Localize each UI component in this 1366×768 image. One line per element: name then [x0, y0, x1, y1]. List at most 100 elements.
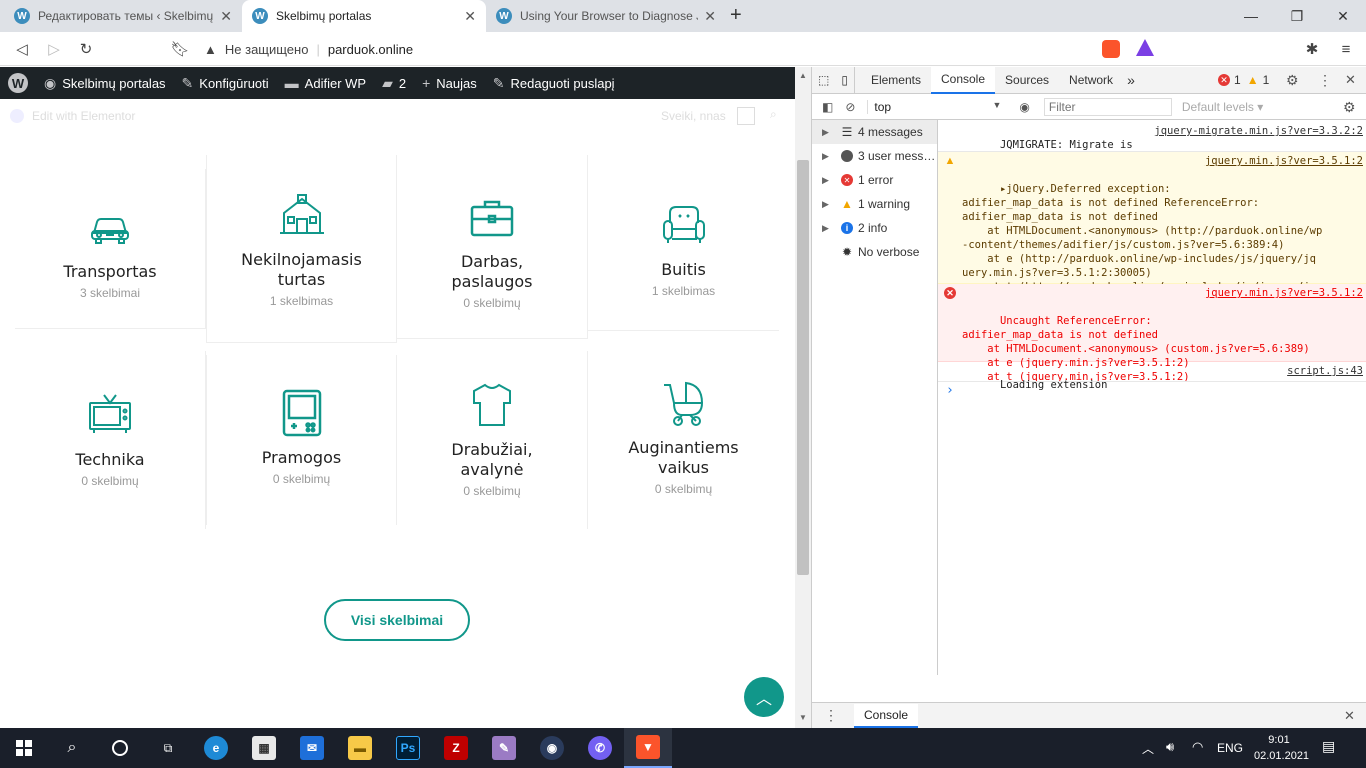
brave-shield-icon[interactable]: [1102, 40, 1120, 58]
category-drabuziai-avalyne[interactable]: Drabužiai, avalynė 0 skelbimų: [397, 351, 588, 529]
tab-elements[interactable]: Elements: [855, 67, 931, 94]
close-window-icon[interactable]: ✕: [1320, 0, 1366, 32]
new-tab-button[interactable]: +: [730, 4, 742, 27]
network-icon[interactable]: ◠: [1192, 739, 1203, 755]
edge-icon[interactable]: e: [192, 728, 240, 768]
sidebar-item-errors[interactable]: ▶ ✕ 1 error: [812, 168, 937, 192]
category-title: Drabužiai, avalynė: [451, 440, 533, 479]
brave-rewards-icon[interactable]: [1136, 39, 1154, 56]
tray-chevron-icon[interactable]: ︿: [1142, 740, 1154, 757]
context-select[interactable]: top ▼: [867, 99, 1007, 114]
category-transportas[interactable]: Transportas 3 skelbimai: [15, 169, 206, 329]
photoshop-icon[interactable]: Ps: [384, 728, 432, 768]
close-icon[interactable]: ✕: [464, 8, 476, 25]
filezilla-icon[interactable]: Z: [432, 728, 480, 768]
category-technika[interactable]: Technika 0 skelbimų: [15, 351, 206, 529]
explorer-icon[interactable]: ▬: [336, 728, 384, 768]
comments-link[interactable]: ▰ 2: [374, 67, 414, 99]
extensions-icon[interactable]: ✱: [1300, 38, 1324, 60]
all-ads-button[interactable]: Visi skelbimai: [324, 599, 470, 641]
sidebar-toggle-icon[interactable]: ◧: [822, 100, 833, 114]
language-indicator[interactable]: ENG: [1217, 741, 1243, 755]
minimize-icon[interactable]: —: [1228, 0, 1274, 32]
store-icon[interactable]: ▦: [240, 728, 288, 768]
message-source-link[interactable]: jquery.min.js?ver=3.5.1:2: [1204, 286, 1363, 300]
issue-counts[interactable]: ✕ 1 ▲ 1: [1218, 73, 1269, 87]
message-source-link[interactable]: jquery.min.js?ver=3.5.1:2: [1204, 154, 1363, 168]
category-nekilnojamasis-turtas[interactable]: Nekilnojamasis turtas 1 skelbimas: [206, 155, 397, 343]
category-darbas-paslaugos[interactable]: Darbas, paslaugos 0 skelbimų: [397, 155, 588, 339]
sidebar-item-info[interactable]: ▶ i 2 info: [812, 216, 937, 240]
inspect-icon[interactable]: ⬚: [812, 67, 835, 94]
scroll-down-icon[interactable]: ▼: [799, 713, 807, 722]
message-source-link[interactable]: jquery-migrate.min.js?ver=3.3.2:2: [1154, 124, 1363, 138]
search-icon[interactable]: ⌕: [770, 107, 777, 122]
tab-network[interactable]: Network: [1059, 67, 1123, 94]
scroll-up-icon[interactable]: ▲: [799, 71, 807, 80]
clear-console-icon[interactable]: ⊘: [845, 100, 855, 114]
back-icon[interactable]: ◁: [10, 38, 34, 60]
category-title: Darbas, paslaugos: [451, 252, 533, 291]
browser-tab-1[interactable]: W Редактировать темы ‹ Skelbimų porta ✕: [4, 0, 242, 32]
avatar[interactable]: [737, 107, 755, 125]
devtools-panel: ⬚ ▯ Elements Console Sources Network » ✕…: [811, 66, 1366, 728]
close-icon[interactable]: ✕: [220, 8, 232, 25]
scroll-to-top-button[interactable]: ︿: [744, 677, 784, 717]
volume-icon[interactable]: 🔊︎: [1166, 739, 1174, 755]
search-icon[interactable]: ⌕: [48, 728, 96, 768]
viber-icon[interactable]: ✆: [576, 728, 624, 768]
bookmark-icon[interactable]: 🔖︎: [168, 38, 192, 60]
more-tabs-button[interactable]: »: [1123, 67, 1139, 94]
maximize-icon[interactable]: ❐: [1274, 0, 1320, 32]
sidebar-item-warnings[interactable]: ▶ ▲ 1 warning: [812, 192, 937, 216]
console-settings-icon[interactable]: ⚙: [1343, 99, 1356, 116]
levels-dropdown[interactable]: Default levels ▾: [1182, 100, 1263, 114]
windows-start-icon[interactable]: [0, 728, 48, 768]
category-pramogos[interactable]: Pramogos 0 skelbimų: [206, 355, 397, 525]
message-source-link[interactable]: script.js:43: [1287, 364, 1363, 378]
clock[interactable]: 9:01 02.01.2021: [1254, 732, 1309, 764]
menu-icon[interactable]: ≡: [1334, 38, 1358, 60]
wp-logo-button[interactable]: W: [0, 67, 36, 99]
notifications-icon[interactable]: ▤: [1322, 738, 1335, 755]
sidebar-item-user-messages[interactable]: ▶ 3 user mess…: [812, 144, 937, 168]
brave-icon[interactable]: ▼: [624, 728, 672, 768]
adifier-link[interactable]: ▬ Adifier WP: [277, 67, 374, 99]
browser-tab-2[interactable]: W Skelbimų portalas ✕: [242, 0, 486, 32]
console-prompt[interactable]: ›: [946, 384, 954, 398]
reload-icon[interactable]: ↻: [74, 38, 98, 60]
edit-page-link[interactable]: ✎ Redaguoti puslapį: [485, 67, 623, 99]
forward-icon[interactable]: ▷: [42, 38, 66, 60]
tab-title: Skelbimų portalas: [276, 9, 372, 23]
app-icon[interactable]: ◉: [528, 728, 576, 768]
url-field[interactable]: ▲ Не защищено | parduok.online: [204, 37, 1294, 61]
close-drawer-icon[interactable]: ✕: [1344, 708, 1355, 724]
customize-link[interactable]: ✎ Konfigūruoti: [174, 67, 277, 99]
notepad-icon[interactable]: ✎: [480, 728, 528, 768]
mail-icon[interactable]: ✉: [288, 728, 336, 768]
cortana-icon[interactable]: [96, 728, 144, 768]
category-buitis[interactable]: Buitis 1 skelbimas: [588, 155, 779, 331]
filter-input[interactable]: [1043, 97, 1172, 116]
new-link[interactable]: + Naujas: [414, 67, 485, 99]
scrollbar-thumb[interactable]: [797, 160, 809, 575]
category-auginantiems-vaikus[interactable]: Auginantiems vaikus 0 skelbimų: [588, 351, 779, 531]
close-icon[interactable]: ✕: [704, 8, 716, 25]
close-devtools-icon[interactable]: ✕: [1345, 72, 1356, 88]
sidebar-item-messages[interactable]: ▶ ☰ 4 messages: [812, 120, 937, 144]
error-icon: ✕: [944, 287, 956, 299]
tab-console[interactable]: Console: [930, 66, 996, 94]
settings-gear-icon[interactable]: ⚙: [1286, 72, 1299, 89]
eye-icon[interactable]: ◉: [1019, 100, 1029, 114]
sidebar-item-verbose[interactable]: ✹ No verbose: [812, 240, 937, 264]
edit-elementor-link[interactable]: Edit with Elementor: [32, 109, 135, 123]
drawer-menu-icon[interactable]: ⋮: [824, 707, 838, 724]
kebab-menu-icon[interactable]: ⋮: [1318, 72, 1332, 89]
site-name-link[interactable]: ◉ Skelbimų portalas: [36, 67, 174, 99]
page-scrollbar[interactable]: ▲ ▼: [795, 67, 811, 728]
drawer-tab-console[interactable]: Console: [854, 703, 919, 728]
browser-tab-3[interactable]: W Using Your Browser to Diagnose JavaS ✕: [486, 0, 726, 32]
task-view-icon[interactable]: ⧉: [144, 728, 192, 768]
device-toggle-icon[interactable]: ▯: [835, 66, 855, 94]
tab-sources[interactable]: Sources: [995, 67, 1059, 94]
